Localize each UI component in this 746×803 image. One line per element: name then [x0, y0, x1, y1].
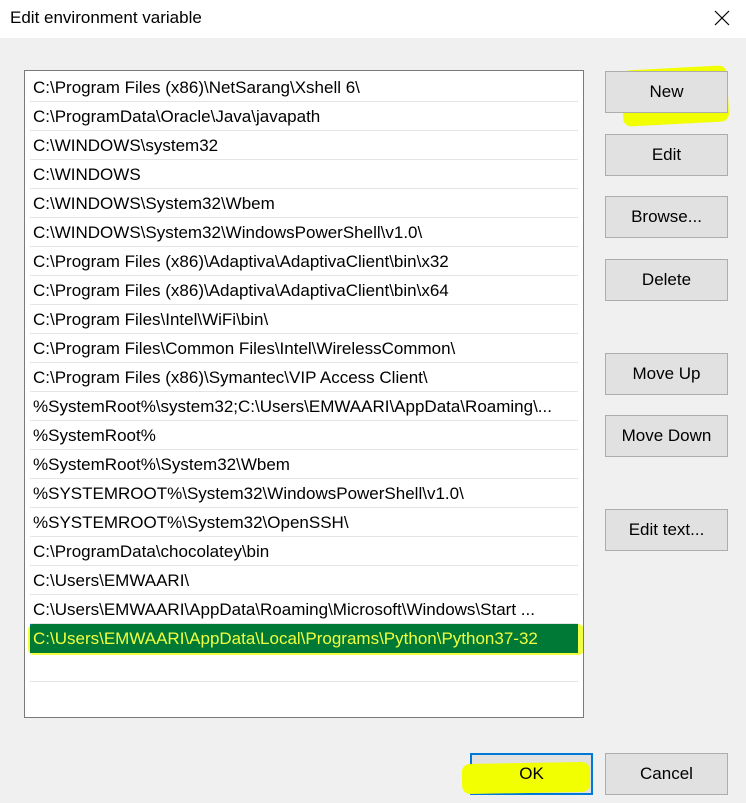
browse-button[interactable]: Browse... — [605, 196, 728, 238]
list-item[interactable]: C:\Program Files (x86)\Adaptiva\Adaptiva… — [30, 276, 578, 305]
edit-text-button[interactable]: Edit text... — [605, 509, 728, 551]
close-button[interactable] — [698, 0, 746, 36]
cancel-button[interactable]: Cancel — [605, 753, 728, 795]
list-item[interactable]: C:\Program Files\Intel\WiFi\bin\ — [30, 305, 578, 334]
list-item[interactable]: %SystemRoot% — [30, 421, 578, 450]
path-list[interactable]: C:\Program Files (x86)\NetSarang\Xshell … — [24, 70, 584, 718]
list-item[interactable]: C:\Users\EMWAARI\AppData\Roaming\Microso… — [30, 595, 578, 624]
edit-text-button-label: Edit text... — [628, 520, 705, 539]
list-item[interactable]: %SystemRoot%\system32;C:\Users\EMWAARI\A… — [30, 392, 578, 421]
list-item[interactable]: %SYSTEMROOT%\System32\OpenSSH\ — [30, 508, 578, 537]
window-title: Edit environment variable — [10, 8, 202, 27]
list-item[interactable]: %SystemRoot%\System32\Wbem — [30, 450, 578, 479]
list-item[interactable] — [30, 653, 578, 682]
list-item[interactable]: C:\WINDOWS\System32\Wbem — [30, 189, 578, 218]
move-down-button[interactable]: Move Down — [605, 415, 728, 457]
list-item-selected[interactable]: C:\Users\EMWAARI\AppData\Local\Programs\… — [30, 624, 578, 653]
list-item[interactable]: C:\Program Files (x86)\Symantec\VIP Acce… — [30, 363, 578, 392]
move-up-button-label: Move Up — [632, 364, 701, 383]
delete-button[interactable]: Delete — [605, 259, 728, 301]
ok-button-label: OK — [519, 764, 544, 783]
edit-button-label: Edit — [651, 145, 682, 164]
list-item[interactable]: %SYSTEMROOT%\System32\WindowsPowerShell\… — [30, 479, 578, 508]
list-item[interactable]: C:\WINDOWS — [30, 160, 578, 189]
new-button[interactable]: New — [605, 71, 728, 113]
list-item[interactable]: C:\Users\EMWAARI\ — [30, 566, 578, 595]
list-item[interactable]: C:\Program Files (x86)\NetSarang\Xshell … — [30, 73, 578, 102]
edit-button[interactable]: Edit — [605, 134, 728, 176]
ok-button[interactable]: OK — [461, 753, 593, 795]
cancel-button-label: Cancel — [640, 764, 693, 783]
new-button-label: New — [649, 82, 684, 101]
move-down-button-label: Move Down — [621, 426, 712, 445]
list-item[interactable]: C:\WINDOWS\system32 — [30, 131, 578, 160]
list-item[interactable]: C:\Program Files\Common Files\Intel\Wire… — [30, 334, 578, 363]
list-item[interactable]: C:\ProgramData\Oracle\Java\javapath — [30, 102, 578, 131]
move-up-button[interactable]: Move Up — [605, 353, 728, 395]
list-item[interactable]: C:\WINDOWS\System32\WindowsPowerShell\v1… — [30, 218, 578, 247]
list-item[interactable]: C:\Program Files (x86)\Adaptiva\Adaptiva… — [30, 247, 578, 276]
delete-button-label: Delete — [641, 270, 692, 289]
browse-button-label: Browse... — [631, 207, 702, 226]
close-icon — [714, 10, 730, 26]
title-bar: Edit environment variable — [0, 0, 746, 38]
list-item[interactable]: C:\ProgramData\chocolatey\bin — [30, 537, 578, 566]
